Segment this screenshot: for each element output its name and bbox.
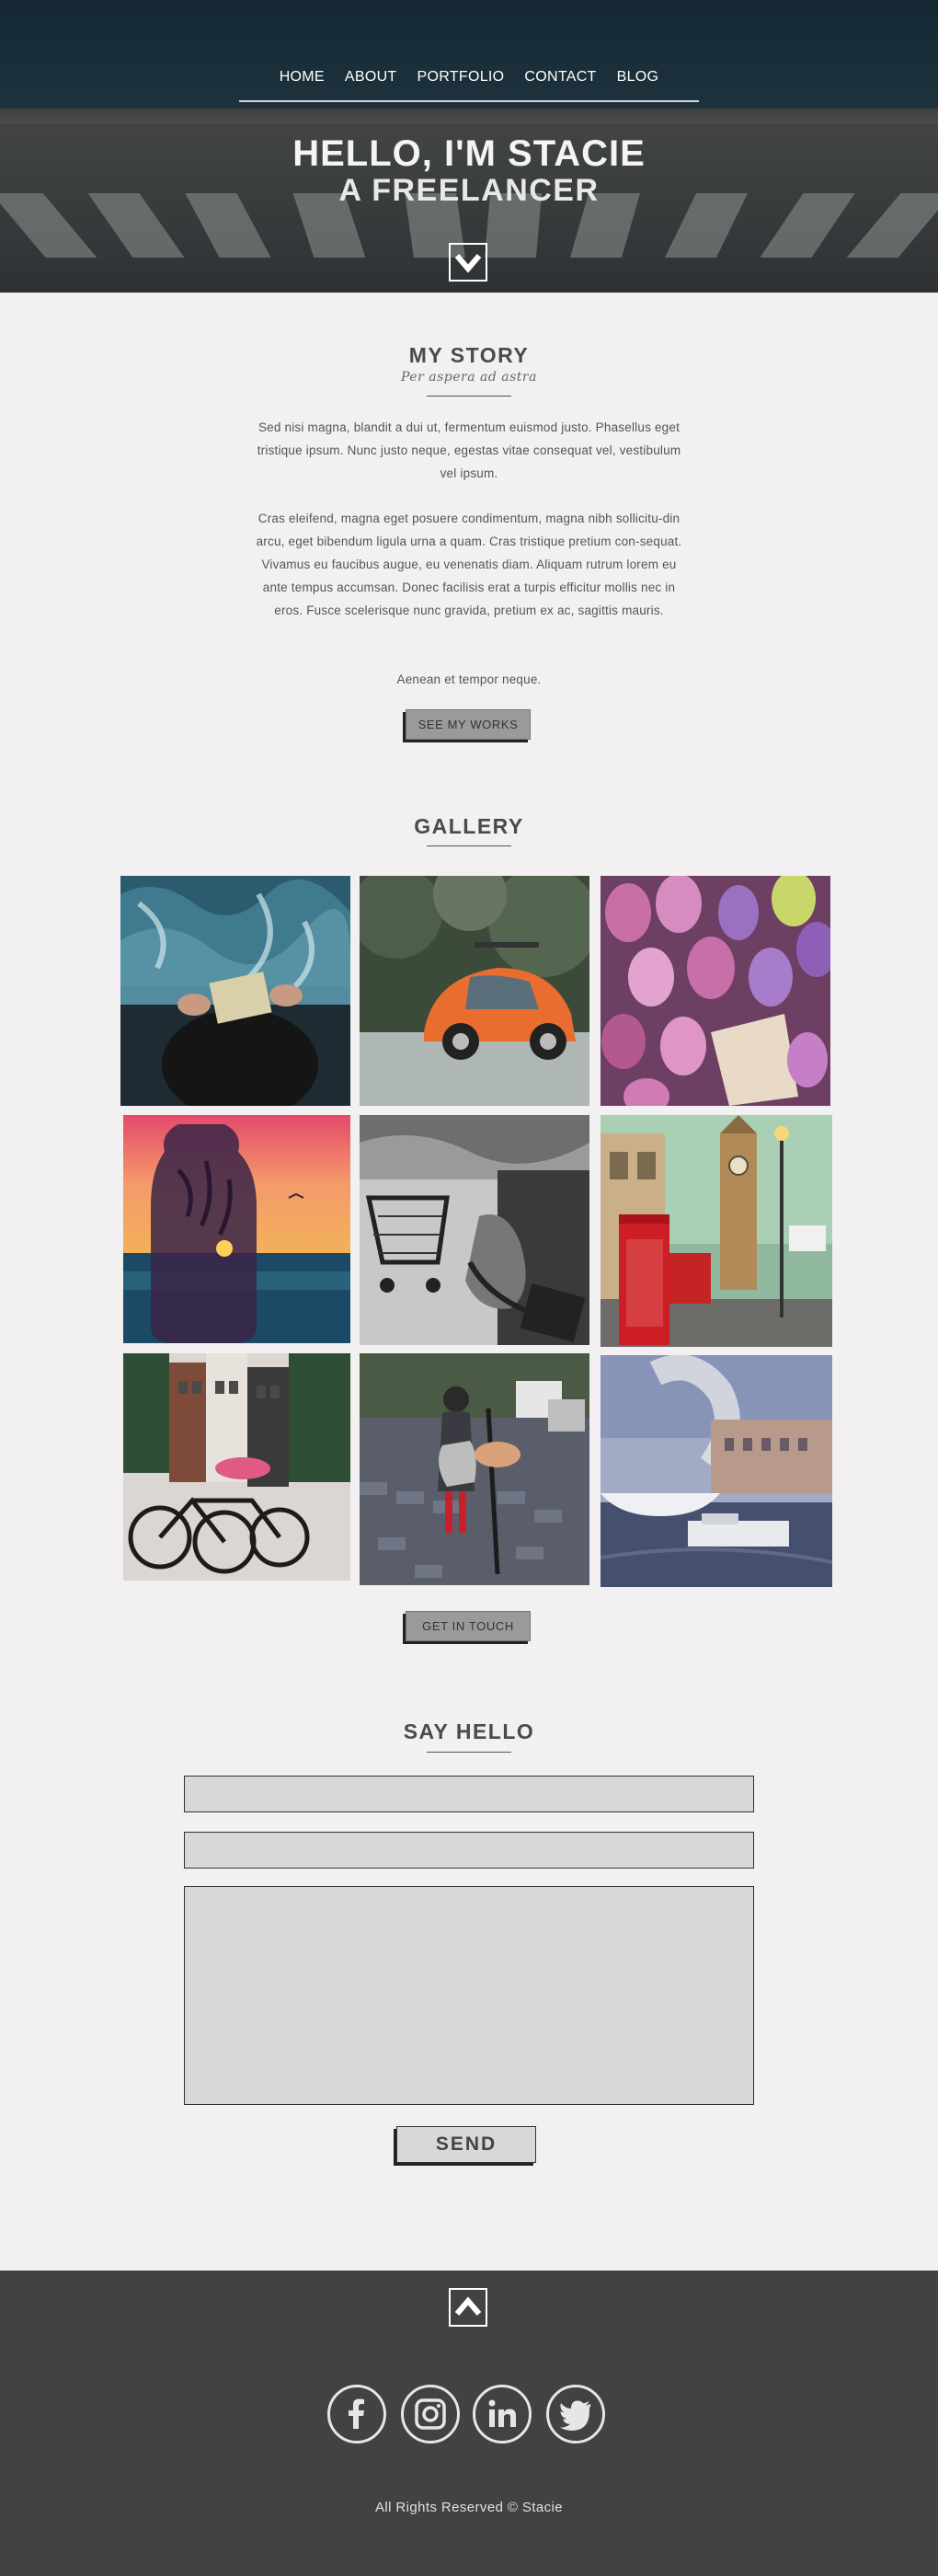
hero-title: HELLO, I'M STACIE [292,133,646,174]
twitter-icon [560,2400,591,2431]
twitter-link[interactable] [546,2385,605,2444]
chevron-up-icon [454,2296,482,2316]
contact-divider [427,1752,511,1753]
facebook-icon [349,2398,364,2429]
chevron-down-icon [454,254,482,273]
story-paragraph-2: Cras eleifend, magna eget posuere condim… [256,512,682,617]
nav-home[interactable]: HOME [280,69,325,86]
nav-about[interactable]: ABOUT [345,69,397,86]
nav-blog[interactable]: BLOG [617,69,659,86]
gallery-title: GALLERY [414,814,524,838]
get-in-touch-button[interactable]: GET IN TOUCH [406,1611,531,1641]
hero-subtitle: A FREELANCER [338,173,600,208]
scroll-down-button[interactable] [449,243,487,282]
gallery-photo-shopping-cart[interactable] [360,1115,589,1345]
linkedin-icon [488,2399,516,2427]
gallery-photo-cobblestone-bike[interactable] [360,1353,589,1585]
gallery-photo-canal-winter[interactable] [601,1355,832,1587]
gallery-photo-tulips[interactable] [601,876,830,1106]
email-field[interactable] [184,1832,754,1869]
see-my-works-button[interactable]: SEE MY WORKS [406,709,531,740]
send-button[interactable]: SEND [396,2126,536,2163]
message-field[interactable] [184,1886,754,2105]
nav-contact[interactable]: CONTACT [524,69,596,86]
gallery-photo-bikes-street[interactable] [123,1353,350,1581]
facebook-link[interactable] [327,2385,386,2444]
name-field[interactable] [184,1776,754,1812]
main-nav: HOME ABOUT PORTFOLIO CONTACT BLOG [0,69,938,86]
nav-divider [239,100,699,102]
story-title: MY STORY [408,343,530,367]
gallery-divider [427,845,511,846]
gallery-photo-orange-beetle[interactable] [360,876,589,1106]
instagram-icon [415,2398,446,2430]
gallery-photo-london-phonebox[interactable] [601,1115,832,1347]
hero-banner: HOME ABOUT PORTFOLIO CONTACT BLOG HELLO,… [0,0,938,293]
footer: All Rights Reserved © Stacie [0,2271,938,2576]
contact-title: SAY HELLO [403,1719,535,1743]
story-paragraph-3: Aenean et tempor neque. [396,673,542,686]
copyright-text: All Rights Reserved © Stacie [375,2500,563,2515]
gallery-photo-bottle-sunset[interactable] [123,1115,350,1343]
linkedin-link[interactable] [473,2385,532,2444]
scroll-up-button[interactable] [449,2288,487,2327]
gallery-photo-waves-reader[interactable] [120,876,350,1106]
story-motto: Per aspera ad astra [401,370,537,385]
story-paragraph-1: Sed nisi magna, blandit a dui ut, fermen… [257,420,681,480]
story-divider [427,396,511,397]
nav-portfolio[interactable]: PORTFOLIO [418,69,505,86]
instagram-link[interactable] [401,2385,460,2444]
